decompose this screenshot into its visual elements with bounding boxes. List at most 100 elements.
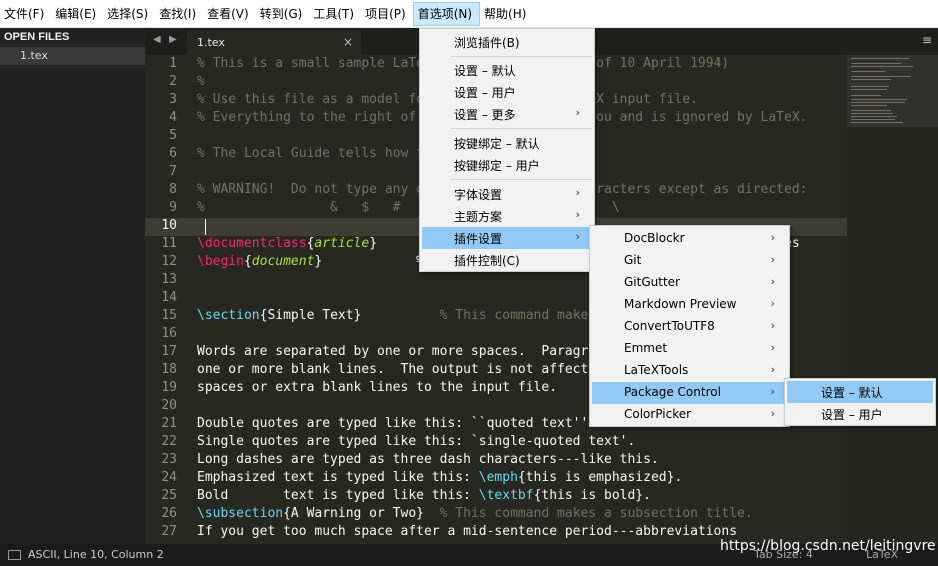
- chevron-right-icon: ›: [770, 363, 775, 376]
- line-number: 2: [169, 74, 177, 89]
- code-line-27: If you get too much space after a mid-se…: [197, 524, 738, 539]
- open-files-heading: OPEN FILES: [4, 31, 70, 43]
- submenu-item-colorpicker[interactable]: ColorPicker ›: [592, 404, 787, 426]
- chevron-right-icon: ›: [575, 186, 580, 199]
- code-line-25: Bold text is typed like this: \textbf{th…: [197, 488, 651, 503]
- watermark: https://blog.csdn.net/leitingvre: [720, 538, 936, 554]
- line-number: 9: [169, 200, 177, 215]
- menu-goto[interactable]: 转到(G): [256, 3, 310, 25]
- sidebar-file-item[interactable]: 1.tex: [0, 47, 145, 65]
- chevron-right-icon: ›: [770, 253, 775, 266]
- menu-tools[interactable]: 工具(T): [309, 3, 361, 25]
- line-number: 21: [161, 416, 177, 431]
- chevron-right-icon: ›: [575, 230, 580, 243]
- line-number-gutter: 1 2 3 4 5 6 7 8 9 10 11 12 13 14 15 16 17 18 19 20 21 22 23 24 2…: [145, 55, 185, 544]
- chevron-right-icon: ›: [770, 385, 775, 398]
- line-number: 17: [161, 344, 177, 359]
- line-number: 10: [161, 218, 177, 233]
- chevron-right-icon: ›: [770, 297, 775, 310]
- line-number: 24: [161, 470, 177, 485]
- line-number: 16: [161, 326, 177, 341]
- line-number: 4: [169, 110, 177, 125]
- menu-item-package-control[interactable]: 插件控制(C): [422, 249, 592, 271]
- code-line-23: Long dashes are typed as three dash char…: [197, 452, 659, 467]
- code-line-19: spaces or extra blank lines to the input…: [197, 380, 558, 395]
- package-control-submenu: 设置 – 默认 设置 – 用户: [784, 378, 936, 426]
- line-number: 19: [161, 380, 177, 395]
- package-settings-submenu: DocBlockr › Git › GitGutter › Markdown Prev…: [589, 225, 790, 427]
- menu-item-settings-default[interactable]: 设置 – 默认: [422, 59, 592, 81]
- line-number: 26: [161, 506, 177, 521]
- code-line-24: Emphasized text is typed like this: \emp…: [197, 470, 683, 485]
- chevron-right-icon: ›: [770, 319, 775, 332]
- line-number: 8: [169, 182, 177, 197]
- line-number: 7: [169, 164, 177, 179]
- chevron-right-icon: ›: [770, 231, 775, 244]
- line-number: 1: [169, 56, 177, 71]
- menu-selection[interactable]: 选择(S): [103, 3, 155, 25]
- menu-edit[interactable]: 编辑(E): [51, 3, 103, 25]
- submenu-item-latextools[interactable]: LaTeXTools ›: [592, 360, 787, 382]
- menu-help[interactable]: 帮助(H): [480, 3, 533, 25]
- tab-1-tex[interactable]: 1.tex ×: [187, 31, 361, 55]
- menu-item-keybindings-default[interactable]: 按键绑定 – 默认: [422, 132, 592, 154]
- sidebar-file-label: 1.tex: [20, 49, 48, 62]
- menu-item-package-settings[interactable]: 插件设置 ›: [422, 227, 592, 249]
- preferences-menu: 浏览插件(B) 设置 – 默认 设置 – 用户 设置 – 更多 › 按键绑定 – …: [419, 28, 595, 272]
- menu-item-settings-user[interactable]: 设置 – 用户: [422, 81, 592, 103]
- line-number: 18: [161, 362, 177, 377]
- line-number: 6: [169, 146, 177, 161]
- sidebar: OPEN FILES 1.tex: [0, 28, 145, 544]
- chevron-right-icon: ›: [770, 275, 775, 288]
- code-line-21: Double quotes are typed like this: ``quo…: [197, 416, 597, 431]
- line-number: 20: [161, 398, 177, 413]
- text-cursor: [205, 219, 206, 235]
- line-number: 13: [161, 272, 177, 287]
- submenu-item-markdown-preview[interactable]: Markdown Preview ›: [592, 294, 787, 316]
- chevron-right-icon: ›: [770, 341, 775, 354]
- chevron-right-icon: ›: [575, 208, 580, 221]
- minimap[interactable]: [847, 55, 938, 544]
- code-line-26: \subsection{A Warning or Two} % This com…: [197, 506, 753, 521]
- line-number: 27: [161, 524, 177, 539]
- line-number: 14: [161, 290, 177, 305]
- menu-item-settings-more[interactable]: 设置 – 更多 ›: [422, 103, 592, 125]
- line-number: 11: [161, 236, 177, 251]
- panel-toggle-icon[interactable]: [8, 550, 21, 560]
- submenu-item-emmet[interactable]: Emmet ›: [592, 338, 787, 360]
- submenu-item-settings-user[interactable]: 设置 – 用户: [787, 403, 933, 425]
- line-number: 5: [169, 128, 177, 143]
- submenu-item-docblockr[interactable]: DocBlockr ›: [592, 228, 787, 250]
- code-line-2: %: [197, 74, 205, 89]
- hamburger-menu-icon[interactable]: ≡: [922, 33, 932, 47]
- menu-item-font-settings[interactable]: 字体设置 ›: [422, 183, 592, 205]
- submenu-item-settings-default[interactable]: 设置 – 默认: [787, 381, 933, 403]
- menu-find[interactable]: 查找(I): [155, 3, 203, 25]
- menu-bar: 文件(F) 编辑(E) 选择(S) 查找(I) 查看(V) 转到(G) 工具(T…: [0, 0, 938, 28]
- menu-item-browse-packages[interactable]: 浏览插件(B): [422, 31, 592, 53]
- menu-preferences[interactable]: 首选项(N): [412, 1, 481, 26]
- code-line-22: Single quotes are typed like this: `sing…: [197, 434, 636, 449]
- cursor-position: ASCII, Line 10, Column 2: [28, 548, 164, 561]
- menu-project[interactable]: 项目(P): [361, 3, 413, 25]
- chevron-right-icon: ›: [575, 106, 580, 119]
- line-number: 3: [169, 92, 177, 107]
- menu-view[interactable]: 查看(V): [203, 3, 256, 25]
- line-number: 22: [161, 434, 177, 449]
- line-number: 23: [161, 452, 177, 467]
- close-icon[interactable]: ×: [343, 35, 353, 49]
- line-number: 25: [161, 488, 177, 503]
- menu-item-color-scheme[interactable]: 主题方案 ›: [422, 205, 592, 227]
- menu-file[interactable]: 文件(F): [0, 3, 51, 25]
- tab-nav-left-icon[interactable]: ◀: [153, 34, 161, 45]
- chevron-right-icon: ›: [770, 407, 775, 420]
- tab-nav-right-icon[interactable]: ▶: [169, 34, 177, 45]
- line-number: 15: [161, 308, 177, 323]
- line-number: 12: [161, 254, 177, 269]
- menu-item-keybindings-user[interactable]: 按键绑定 – 用户: [422, 154, 592, 176]
- submenu-item-package-control[interactable]: Package Control ›: [592, 382, 787, 404]
- submenu-item-git[interactable]: Git ›: [592, 250, 787, 272]
- tab-title: 1.tex: [197, 36, 225, 49]
- submenu-item-converttoutf8[interactable]: ConvertToUTF8 ›: [592, 316, 787, 338]
- submenu-item-gitgutter[interactable]: GitGutter ›: [592, 272, 787, 294]
